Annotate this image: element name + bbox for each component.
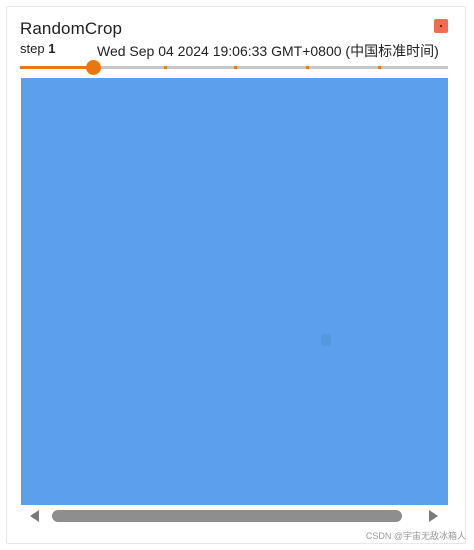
step-label: step [20, 41, 45, 56]
step-indicator: step 1 [20, 41, 55, 56]
scroll-right-arrow-icon[interactable] [429, 510, 438, 522]
horizontal-scrollbar[interactable] [21, 505, 448, 527]
slider-tick [164, 66, 167, 69]
image-speck [321, 334, 331, 346]
scroll-thumb[interactable] [52, 510, 402, 522]
step-slider[interactable] [20, 60, 448, 76]
scroll-left-arrow-icon[interactable] [30, 510, 39, 522]
slider-tick [234, 66, 237, 69]
slider-thumb[interactable] [86, 60, 101, 75]
image-preview [21, 78, 448, 505]
card-title: RandomCrop [20, 19, 123, 38]
slider-tick [306, 66, 309, 69]
expand-icon[interactable] [434, 19, 448, 33]
slider-tick [378, 66, 381, 69]
watermark: CSDN @宇宙无敌冰箱人 [365, 531, 466, 541]
step-value: 1 [48, 41, 56, 56]
slider-fill [20, 66, 93, 69]
timestamp: Wed Sep 04 2024 19:06:33 GMT+0800 (中国标准时… [97, 43, 439, 59]
